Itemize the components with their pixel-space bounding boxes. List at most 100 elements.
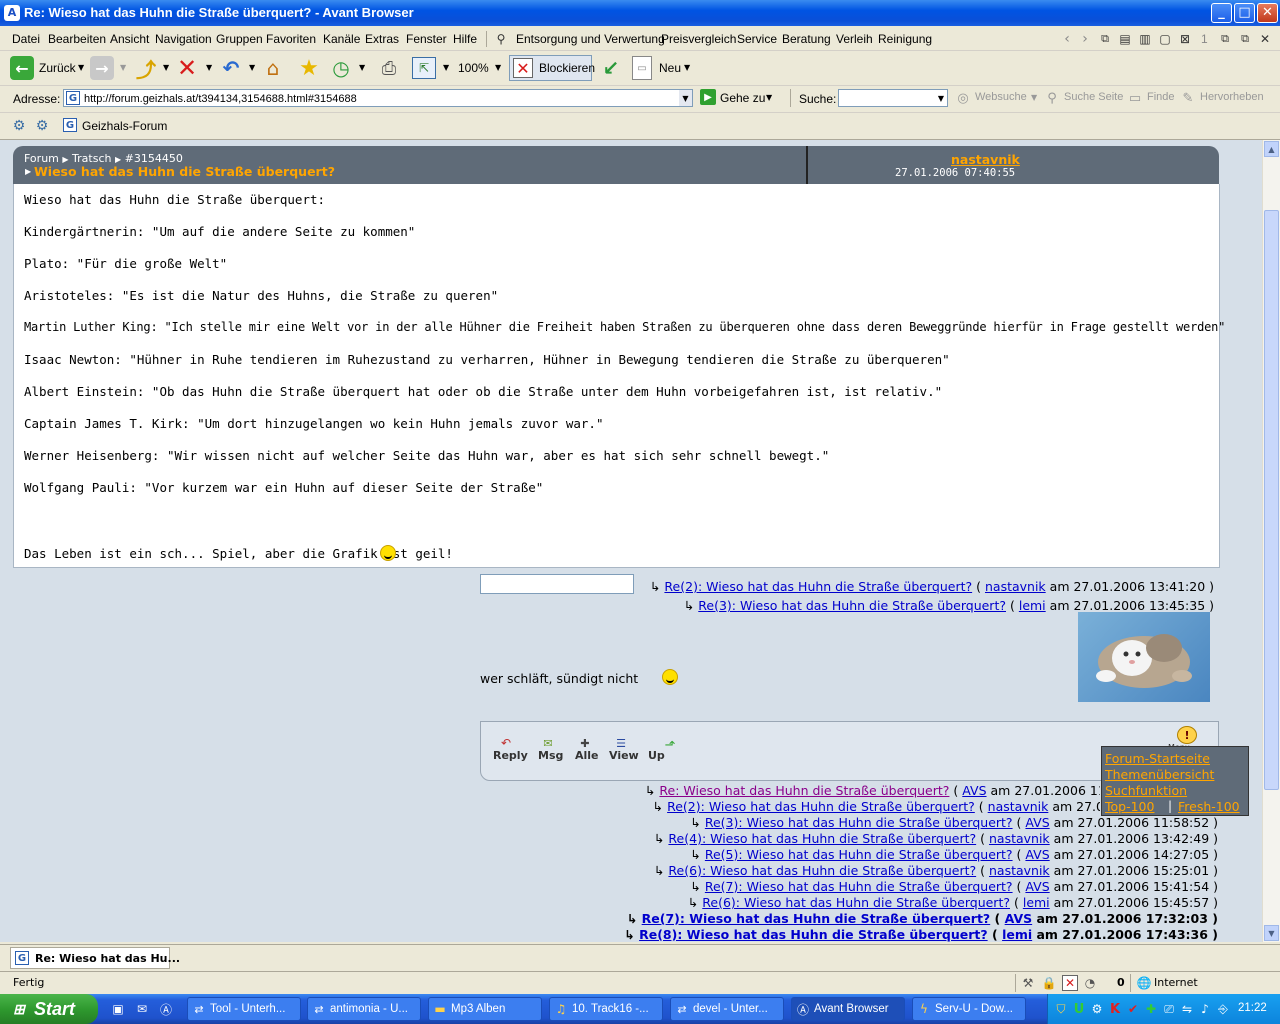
reply-subject-link[interactable]: Re(7): Wieso hat das Huhn die Straße übe… — [705, 879, 1013, 894]
view-button[interactable]: View — [609, 749, 639, 762]
quicklaunch-desktop-icon[interactable]: ▣ — [110, 1001, 126, 1017]
start-button[interactable]: ⊞ Start — [0, 994, 98, 1024]
doc-close-icon[interactable]: ✕ — [1258, 32, 1272, 46]
fullscreen-dropdown-icon[interactable]: ▼ — [443, 63, 449, 72]
refresh-dropdown-icon[interactable]: ▼ — [249, 63, 255, 72]
menu-topic-overview[interactable]: Themenübersicht — [1105, 767, 1214, 782]
tray-u-icon[interactable]: U — [1072, 1001, 1086, 1017]
search-input[interactable] — [838, 89, 948, 107]
reply-author-link[interactable]: nastavnik — [985, 579, 1046, 594]
tray-antivirus-icon[interactable]: ✔ — [1126, 1001, 1140, 1017]
post-author-link[interactable]: nastavnik — [951, 152, 1020, 167]
doc-restore-icon[interactable]: ⧉ — [1238, 32, 1252, 46]
reply-author-link[interactable]: AVS — [962, 783, 986, 798]
search-dropdown-icon[interactable]: ▼ — [935, 90, 947, 106]
minimize-button[interactable]: _ — [1211, 3, 1232, 23]
reply-author-link[interactable]: lemi — [1023, 895, 1050, 910]
scroll-down-icon[interactable]: ▼ — [1264, 925, 1279, 941]
history-dropdown-icon[interactable]: ▼ — [359, 63, 365, 72]
scroll-up-icon[interactable]: ▲ — [1264, 141, 1279, 157]
tile-vertical-icon[interactable]: ▥ — [1138, 32, 1152, 46]
print-icon[interactable]: ⎙ — [376, 56, 402, 80]
new-dropdown-icon[interactable]: ▼ — [684, 63, 690, 72]
menu-gruppen[interactable]: Gruppen — [216, 32, 263, 46]
arrow-right-icon[interactable]: › — [1078, 31, 1092, 47]
menu-favoriten[interactable]: Favoriten — [266, 32, 316, 46]
websearch-button[interactable]: Websuche — [975, 91, 1027, 103]
menu-navigation[interactable]: Navigation — [155, 32, 212, 46]
link-service[interactable]: Service — [737, 32, 777, 46]
menu-extras[interactable]: Extras — [365, 32, 399, 46]
download-status-icon[interactable]: ◔ — [1082, 975, 1098, 991]
tile-horizontal-icon[interactable]: ▤ — [1118, 32, 1132, 46]
restore-icon[interactable]: ⧉ — [1218, 32, 1232, 46]
stop-icon[interactable]: ✕ — [175, 54, 199, 82]
up-folder-icon[interactable]: ⤴ — [134, 56, 158, 82]
close-all-icon[interactable]: ⊠ — [1178, 32, 1192, 46]
menu-bearbeiten[interactable]: Bearbeiten — [48, 32, 106, 46]
reply-subject-link[interactable]: Re(3): Wieso hat das Huhn die Straße übe… — [698, 598, 1006, 613]
menu-search[interactable]: Suchfunktion — [1105, 783, 1187, 798]
address-input[interactable]: http://forum.geizhals.at/t394134,3154688… — [63, 89, 693, 107]
go-arrow-icon[interactable]: ▶ — [700, 89, 716, 105]
link-entsorgung[interactable]: Entsorgung und Verwertung — [516, 32, 665, 46]
block-status-icon[interactable]: ✕ — [1062, 975, 1078, 991]
msg-button[interactable]: Msg — [538, 749, 563, 762]
reply-author-link[interactable]: nastavnik — [989, 831, 1050, 846]
reply-subject-link[interactable]: Re(8): Wieso hat das Huhn die Straße übe… — [639, 927, 988, 942]
reply-author-link[interactable]: AVS — [1025, 879, 1049, 894]
quicklaunch-outlook-icon[interactable]: ✉ — [134, 1001, 150, 1017]
reply-author-link[interactable]: AVS — [1025, 847, 1049, 862]
reply-subject-link[interactable]: Re(5): Wieso hat das Huhn die Straße übe… — [705, 847, 1013, 862]
new-page-icon[interactable]: ▭ — [632, 56, 652, 80]
new-button-label[interactable]: Neu — [659, 61, 681, 75]
link-preisvergleich[interactable]: Preisvergleich — [661, 32, 736, 46]
link-reinigung[interactable]: Reinigung — [878, 32, 932, 46]
refresh-icon[interactable]: ↶ — [218, 56, 244, 80]
reply-button[interactable]: Reply — [493, 749, 528, 762]
websearch-dropdown-icon[interactable]: ▼ — [1031, 93, 1037, 102]
all-button[interactable]: Alle — [575, 749, 599, 762]
tray-green-icon[interactable]: ✚ — [1144, 1001, 1158, 1017]
home-icon[interactable]: ⌂ — [261, 56, 285, 80]
tray-connection-icon[interactable]: ⇋ — [1180, 1001, 1194, 1017]
reply-author-link[interactable]: lemi — [1019, 598, 1046, 613]
favorites-star-icon[interactable]: ★ — [297, 56, 321, 81]
close-button[interactable]: ✕ — [1257, 3, 1278, 23]
reply-subject-link[interactable]: Re: Wieso hat das Huhn die Straße überqu… — [659, 783, 949, 798]
arrow-left-icon[interactable]: ‹ — [1060, 31, 1074, 47]
menu-kanaele[interactable]: Kanäle — [323, 32, 360, 46]
window-icon[interactable]: ▢ — [1158, 32, 1172, 46]
status-tool-icon[interactable]: ⚒ — [1020, 975, 1036, 991]
go-dropdown-icon[interactable]: ▼ — [766, 93, 772, 102]
forward-arrow-icon[interactable]: → — [90, 56, 114, 80]
reply-quick-input[interactable] — [480, 574, 634, 594]
back-arrow-icon[interactable]: ← — [10, 56, 34, 80]
reply-author-link[interactable]: AVS — [1005, 911, 1033, 926]
geizhals-forum-link[interactable]: Geizhals-Forum — [82, 119, 167, 133]
menu-ansicht[interactable]: Ansicht — [110, 32, 149, 46]
warning-icon[interactable]: ! — [1177, 726, 1197, 744]
menu-hilfe[interactable]: Hilfe — [453, 32, 477, 46]
find-icon[interactable]: ▭ — [1127, 90, 1143, 106]
zoom-dropdown-icon[interactable]: ▼ — [495, 63, 501, 72]
back-dropdown-icon[interactable]: ▼ — [78, 63, 84, 72]
green-arrow-icon[interactable]: ↙ — [600, 56, 622, 80]
reply-subject-link[interactable]: Re(3): Wieso hat das Huhn die Straße übe… — [705, 815, 1013, 830]
link-beratung[interactable]: Beratung — [782, 32, 831, 46]
zoom-level[interactable]: 100% — [458, 61, 489, 75]
reply-subject-link[interactable]: Re(6): Wieso hat das Huhn die Straße übe… — [702, 895, 1010, 910]
menu-forum-home[interactable]: Forum-Startseite — [1105, 751, 1210, 766]
reply-author-link[interactable]: nastavnik — [989, 863, 1050, 878]
find-button[interactable]: Finde — [1147, 91, 1175, 103]
fullscreen-icon[interactable]: ⇱ — [412, 57, 436, 79]
history-icon[interactable]: ◷ — [329, 56, 353, 80]
highlight-button[interactable]: Hervorheben — [1200, 91, 1264, 103]
tray-volume-icon[interactable]: ♪ — [1198, 1001, 1212, 1017]
menu-fenster[interactable]: Fenster — [406, 32, 447, 46]
go-button[interactable]: Gehe zu — [720, 91, 765, 105]
reply-author-link[interactable]: lemi — [1002, 927, 1032, 942]
quicklaunch-avant-icon[interactable]: Ⓐ — [158, 1001, 174, 1017]
reply-subject-link[interactable]: Re(2): Wieso hat das Huhn die Straße übe… — [664, 579, 972, 594]
search-page-icon[interactable]: ⚲ — [1044, 90, 1060, 106]
